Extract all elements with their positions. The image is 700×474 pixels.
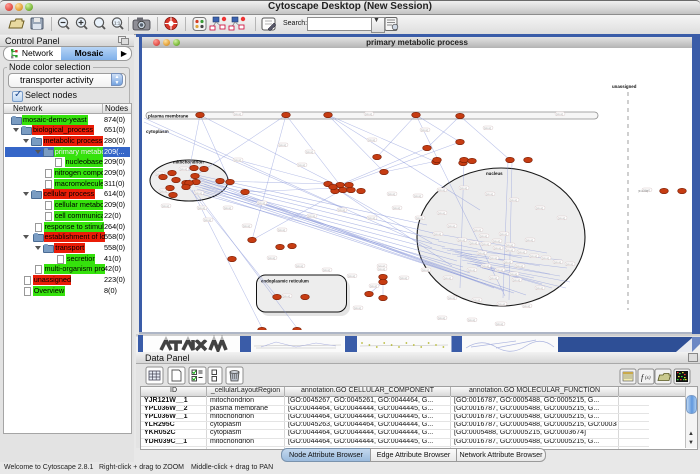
svg-text:[xx-x]: [xx-x] [536,286,542,290]
svg-text:[xx-x]: [xx-x] [224,206,230,210]
svg-text:[xx-x]: [xx-x] [500,232,506,236]
svg-text:[xx-x]: [xx-x] [298,163,304,167]
svg-text:[xx-x]: [xx-x] [422,268,428,272]
svg-text:endoplasmic reticulum: endoplasmic reticulum [261,279,309,284]
svg-text:[xx-x]: [xx-x] [368,216,374,220]
svg-text:[xx-x]: [xx-x] [482,242,488,246]
svg-text:[xx-x]: [xx-x] [354,306,360,310]
svg-text:[xx-x]: [xx-x] [558,216,564,220]
svg-text:[xx-x]: [xx-x] [204,218,210,222]
svg-text:mitochondrion: mitochondrion [173,160,204,165]
svg-text:[xx-x]: [xx-x] [258,201,264,205]
svg-text:[xx-x]: [xx-x] [234,158,240,162]
svg-text:1:1: 1:1 [114,21,121,26]
svg-text:[xx-x]: [xx-x] [296,264,302,268]
svg-text:unassigned: unassigned [612,84,637,89]
svg-text:[xx-x]: [xx-x] [516,264,522,268]
svg-text:[xx-x]: [xx-x] [536,206,542,210]
svg-text:[xx-x]: [xx-x] [283,294,289,298]
svg-text:[xx-x]: [xx-x] [468,268,474,272]
svg-text:[xx-x]: [xx-x] [448,296,454,300]
svg-text:[xx-x]: [xx-x] [496,268,502,272]
svg-text:[xx-x]: [xx-x] [414,194,420,198]
svg-text:[xx-x]: [xx-x] [438,316,444,320]
svg-text:[xx-x]: [xx-x] [338,208,344,212]
svg-text:[xx-x]: [xx-x] [494,246,500,250]
svg-text:[xx-x]: [xx-x] [526,238,532,242]
svg-text:[xx-x]: [xx-x] [506,243,512,247]
svg-text:[xx-x]: [xx-x] [556,112,562,116]
svg-text:[xx-x]: [xx-x] [421,128,427,132]
svg-text:[xx-x]: [xx-x] [444,276,450,280]
svg-text:[xx-x]: [xx-x] [498,302,504,306]
svg-text:[xx-x]: [xx-x] [473,298,479,302]
svg-text:[xx-x]: [xx-x] [474,228,480,232]
svg-text:[xx-x]: [xx-x] [368,138,374,142]
svg-text:[xx-x]: [xx-x] [378,267,384,271]
svg-text:[xx-x]: [xx-x] [490,256,496,260]
svg-text:[xx-x]: [xx-x] [162,204,168,208]
svg-text:[xx-x]: [xx-x] [513,278,519,282]
svg-text:[xx-x]: [xx-x] [393,206,399,210]
svg-text:[xx-x]: [xx-x] [434,232,440,236]
svg-text:[xx-x]: [xx-x] [530,254,536,258]
svg-text:plasma membrane: plasma membrane [148,113,189,118]
svg-text:[xx-x]: [xx-x] [554,260,560,264]
svg-text:nucleus: nucleus [486,171,503,176]
svg-text:[first-nd]: [first-nd] [638,189,648,193]
svg-text:[xx-x]: [xx-x] [523,304,529,308]
svg-text:[xx-x]: [xx-x] [388,192,394,196]
svg-text:[xx-x]: [xx-x] [438,211,444,215]
svg-text:[xx-x]: [xx-x] [438,188,444,192]
svg-text:[xx-x]: [xx-x] [484,126,490,130]
svg-text:[xx-x]: [xx-x] [542,256,548,260]
svg-text:[xx-x]: [xx-x] [348,274,354,278]
svg-text:(x): (x) [645,376,651,381]
svg-text:[xx-x]: [xx-x] [278,228,284,232]
svg-text:[xx-x]: [xx-x] [234,112,240,116]
svg-text:[xx-x]: [xx-x] [460,186,466,190]
svg-text:[xx-x]: [xx-x] [504,260,510,264]
svg-text:[xx-x]: [xx-x] [478,251,484,255]
svg-text:[xx-x]: [xx-x] [486,192,492,196]
svg-text:[xx-x]: [xx-x] [482,264,488,268]
svg-text:[xx-x]: [xx-x] [195,191,201,195]
svg-text:[xx-x]: [xx-x] [306,150,312,154]
svg-text:[xx-x]: [xx-x] [243,224,249,228]
svg-text:[xx-x]: [xx-x] [279,143,285,147]
svg-text:[xx-x]: [xx-x] [506,248,512,252]
svg-text:[xx-x]: [xx-x] [370,284,376,288]
svg-text:[xx-x]: [xx-x] [365,112,371,116]
svg-text:[xx-x]: [xx-x] [180,167,186,171]
svg-text:[xx-x]: [xx-x] [490,276,496,280]
svg-text:[xx-x]: [xx-x] [510,198,516,202]
svg-text:[xx-x]: [xx-x] [566,262,572,266]
svg-text:[xx-x]: [xx-x] [480,234,486,238]
svg-text:[xx-x]: [xx-x] [448,224,454,228]
svg-text:[xx-x]: [xx-x] [308,214,314,218]
svg-text:[xx-x]: [xx-x] [470,241,476,245]
svg-text:[xx-x]: [xx-x] [268,256,274,260]
svg-text:[xx-x]: [xx-x] [468,318,474,322]
svg-text:[xx-x]: [xx-x] [458,238,464,242]
svg-text:[xx-x]: [xx-x] [510,272,516,276]
svg-text:[xx-x]: [xx-x] [493,239,499,243]
svg-text:[xx-x]: [xx-x] [518,250,524,254]
svg-text:[xx-x]: [xx-x] [496,322,502,326]
svg-text:[xx-x]: [xx-x] [416,216,422,220]
svg-text:[xx-x]: [xx-x] [400,276,406,280]
svg-text:[xx-x]: [xx-x] [198,206,204,210]
svg-text:[xx-x]: [xx-x] [323,268,329,272]
